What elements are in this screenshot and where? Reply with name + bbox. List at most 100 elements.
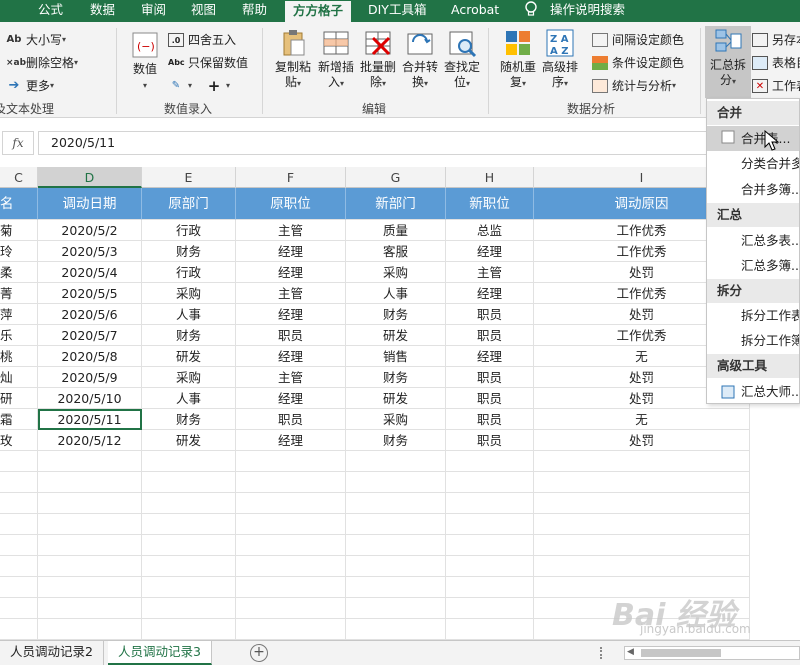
conditional-color-button[interactable]: 条件设定颜色 xyxy=(592,53,684,73)
empty-cell[interactable] xyxy=(236,577,346,598)
fx-icon[interactable]: fx xyxy=(2,131,34,155)
empty-cell[interactable] xyxy=(142,598,236,619)
empty-cell[interactable] xyxy=(346,535,446,556)
empty-cell[interactable] xyxy=(346,556,446,577)
empty-cell[interactable] xyxy=(142,619,236,640)
save-as-button[interactable]: 另存本 xyxy=(752,30,800,50)
empty-cell[interactable] xyxy=(446,535,534,556)
scroll-left-icon[interactable]: ◀ xyxy=(627,647,634,657)
cell-new-position[interactable]: 职员 xyxy=(446,304,534,325)
cell-old-dept[interactable]: 行政 xyxy=(142,262,236,283)
empty-cell[interactable] xyxy=(0,619,38,640)
empty-cell[interactable] xyxy=(0,577,38,598)
empty-cell[interactable] xyxy=(236,451,346,472)
cell-date[interactable]: 2020/5/10 xyxy=(38,388,142,409)
empty-cell[interactable] xyxy=(534,535,750,556)
column-header-f[interactable]: F xyxy=(236,167,346,188)
cell-old-position[interactable]: 主管 xyxy=(236,220,346,241)
cell-name[interactable]: 乐 xyxy=(0,325,38,346)
round-button[interactable]: .0 四舍五入 xyxy=(168,30,236,50)
empty-cell[interactable] xyxy=(446,556,534,577)
cell-name[interactable]: 萍 xyxy=(0,304,38,325)
cell-old-dept[interactable]: 行政 xyxy=(142,220,236,241)
merge-convert-button[interactable]: 合并转换▾ xyxy=(397,28,443,98)
menu-item-category-merge[interactable]: 分类合并多 xyxy=(707,151,799,176)
empty-cell[interactable] xyxy=(446,451,534,472)
empty-cell[interactable] xyxy=(534,493,750,514)
empty-cell[interactable] xyxy=(38,451,142,472)
empty-cell[interactable] xyxy=(38,535,142,556)
horizontal-scrollbar[interactable]: ◀ xyxy=(624,646,800,660)
insert-button[interactable]: 新增插入▾ xyxy=(313,28,359,98)
cell-reason[interactable]: 处罚 xyxy=(534,430,750,451)
empty-cell[interactable] xyxy=(236,514,346,535)
cell-new-position[interactable]: 职员 xyxy=(446,409,534,430)
cell-name[interactable]: 霜 xyxy=(0,409,38,430)
empty-cell[interactable] xyxy=(0,472,38,493)
cell-old-position[interactable]: 经理 xyxy=(236,430,346,451)
summary-split-button[interactable]: 汇总拆分▾ xyxy=(705,26,751,98)
column-header-h[interactable]: H xyxy=(446,167,534,188)
cell-old-position[interactable]: 经理 xyxy=(236,388,346,409)
header-new-position[interactable]: 新职位 xyxy=(446,188,534,220)
empty-cell[interactable] xyxy=(38,556,142,577)
cell-new-position[interactable]: 总监 xyxy=(446,220,534,241)
add-dropdown[interactable]: + ▾ xyxy=(206,76,230,96)
tab-formulas[interactable]: 公式 xyxy=(38,0,63,22)
empty-cell[interactable] xyxy=(346,514,446,535)
cell-date[interactable]: 2020/5/8 xyxy=(38,346,142,367)
cell-date[interactable]: 2020/5/7 xyxy=(38,325,142,346)
cell-name[interactable]: 玲 xyxy=(0,241,38,262)
table-directory-button[interactable]: 表格目 xyxy=(752,53,800,73)
cell-name[interactable]: 桃 xyxy=(0,346,38,367)
worksheet-button[interactable]: ✕ 工作表 xyxy=(752,76,800,96)
cell-date[interactable]: 2020/5/12 xyxy=(38,430,142,451)
cell-new-dept[interactable]: 财务 xyxy=(346,430,446,451)
cell-old-position[interactable]: 经理 xyxy=(236,262,346,283)
cell-new-position[interactable]: 职员 xyxy=(446,388,534,409)
cell-new-position[interactable]: 经理 xyxy=(446,283,534,304)
advanced-sort-button[interactable]: Z AA Z 高级排序▾ xyxy=(537,28,583,98)
column-header-e[interactable]: E xyxy=(142,167,236,188)
tab-acrobat[interactable]: Acrobat xyxy=(451,0,499,22)
column-header-g[interactable]: G xyxy=(346,167,446,188)
empty-cell[interactable] xyxy=(346,577,446,598)
empty-cell[interactable] xyxy=(142,451,236,472)
cell-old-dept[interactable]: 采购 xyxy=(142,283,236,304)
cell-old-position[interactable]: 经理 xyxy=(236,304,346,325)
menu-item-merge-workbooks[interactable]: 合并多簿... xyxy=(707,177,799,202)
empty-cell[interactable] xyxy=(534,451,750,472)
empty-cell[interactable] xyxy=(346,472,446,493)
case-button[interactable]: Ab 大小写 ▾ xyxy=(6,30,66,50)
cell-old-dept[interactable]: 人事 xyxy=(142,388,236,409)
header-transfer-date[interactable]: 调动日期 xyxy=(38,188,142,220)
cell-name[interactable]: 灿 xyxy=(0,367,38,388)
empty-cell[interactable] xyxy=(0,514,38,535)
header-name[interactable]: 名 xyxy=(0,188,38,220)
cell-name[interactable]: 研 xyxy=(0,388,38,409)
header-old-position[interactable]: 原职位 xyxy=(236,188,346,220)
cell-new-dept[interactable]: 研发 xyxy=(346,325,446,346)
cell-date[interactable]: 2020/5/5 xyxy=(38,283,142,304)
empty-cell[interactable] xyxy=(142,472,236,493)
empty-cell[interactable] xyxy=(38,514,142,535)
header-old-dept[interactable]: 原部门 xyxy=(142,188,236,220)
menu-item-split-workbook[interactable]: 拆分工作簿 xyxy=(707,328,799,353)
cell-new-dept[interactable]: 研发 xyxy=(346,388,446,409)
cell-old-dept[interactable]: 采购 xyxy=(142,367,236,388)
cell-new-dept[interactable]: 客服 xyxy=(346,241,446,262)
cell-old-dept[interactable]: 研发 xyxy=(142,430,236,451)
tab-view[interactable]: 视图 xyxy=(191,0,216,22)
empty-cell[interactable] xyxy=(142,577,236,598)
empty-cell[interactable] xyxy=(236,472,346,493)
header-new-dept[interactable]: 新部门 xyxy=(346,188,446,220)
empty-cell[interactable] xyxy=(346,493,446,514)
empty-cell[interactable] xyxy=(236,598,346,619)
empty-cell[interactable] xyxy=(236,556,346,577)
empty-cell[interactable] xyxy=(142,514,236,535)
cell-new-dept[interactable]: 采购 xyxy=(346,409,446,430)
empty-cell[interactable] xyxy=(38,577,142,598)
tell-me-search[interactable]: 操作说明搜索 xyxy=(550,0,625,22)
menu-item-summary-workbooks[interactable]: 汇总多簿... xyxy=(707,253,799,278)
cell-new-position[interactable]: 职员 xyxy=(446,367,534,388)
